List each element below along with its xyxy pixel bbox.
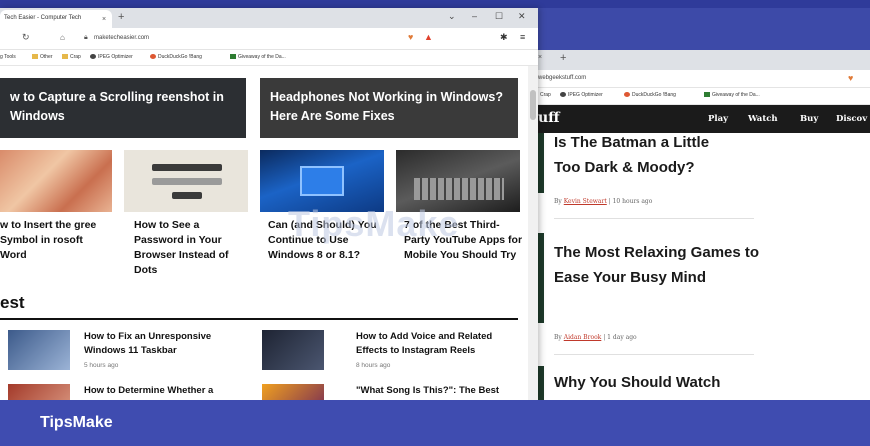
globe-icon [90, 54, 96, 59]
nav-buy[interactable]: Buy [800, 114, 818, 124]
signin-button-graphic [172, 192, 202, 199]
extensions-icon[interactable]: ✱ [500, 32, 508, 43]
author-link[interactable]: Aidan Brook [564, 334, 602, 341]
list-item-title[interactable]: "What Song Is This?": The Best [356, 384, 516, 398]
watermark: TipsMake [288, 203, 460, 244]
scrollbar[interactable] [528, 66, 538, 400]
article-thumbnail[interactable] [124, 150, 248, 212]
bookmarks-bar: Crap IPEG Optimizer DuckDuckGo !Bang Giv… [538, 88, 870, 105]
new-tab-button[interactable]: + [118, 11, 124, 23]
article-thumbnail[interactable] [0, 150, 112, 212]
tab-bar: Tech Easier - Computer Tech × + ⌄ – ☐ ✕ [0, 8, 538, 28]
bookmark-giveaway[interactable]: Giveaway of the Da... [230, 54, 286, 60]
giveaway-icon [230, 54, 236, 59]
desktop-background [538, 8, 870, 50]
article-byline: By Aidan Brook | 1 day ago [554, 334, 637, 341]
tab-close-icon[interactable]: × [538, 54, 542, 61]
tab-close-icon[interactable]: × [102, 16, 106, 23]
section-heading: est [0, 293, 25, 312]
bookmark-item[interactable]: g Tools [0, 54, 16, 60]
reload-icon[interactable]: ↻ [22, 32, 30, 43]
browser-tab[interactable]: Tech Easier - Computer Tech × [0, 10, 112, 28]
url-field[interactable]: maketecheasier.com [94, 35, 149, 41]
brave-shield-icon[interactable]: ♥ [408, 32, 413, 42]
section-divider [0, 318, 518, 320]
article-image-edge [538, 233, 544, 323]
hero-article[interactable]: Headphones Not Working in Windows? Here … [260, 78, 518, 138]
article-title-link[interactable]: w to Insert the gree Symbol in rosoft Wo… [0, 218, 112, 263]
keyboard-graphic [414, 178, 504, 200]
article-divider [554, 218, 754, 219]
list-item-time: 5 hours ago [84, 362, 119, 369]
article-title[interactable]: The Most Relaxing Games to Ease Your Bus… [554, 240, 764, 290]
bottom-banner: TipsMake [0, 400, 870, 446]
globe-icon [560, 92, 566, 97]
list-thumbnail[interactable] [262, 384, 324, 400]
article-title[interactable]: Why You Should Watch [554, 370, 794, 395]
site-navbar: uff Play Watch Buy Discov [538, 105, 870, 133]
site-logo[interactable]: uff [538, 110, 560, 126]
address-bar: ↻ ⌂ 🔒︎ maketecheasier.com ♥ ▲ ✱ ≡ [0, 28, 538, 50]
tab-title: Tech Easier - Computer Tech [4, 15, 82, 21]
hero-title: w to Capture a Scrolling reenshot in Win… [10, 90, 224, 123]
list-thumbnail[interactable] [262, 330, 324, 370]
article-title[interactable]: Is The Batman a Little Too Dark & Moody? [554, 130, 734, 180]
list-thumbnail[interactable] [8, 384, 70, 400]
password-field-graphic [152, 178, 222, 185]
bookmark-folder-other[interactable]: Other [32, 54, 53, 60]
bookmark-duckduckgo[interactable]: DuckDuckGo !Bang [624, 92, 676, 98]
scrollbar-thumb[interactable] [530, 90, 536, 120]
brand-name: TipsMake [40, 414, 113, 431]
list-thumbnail[interactable] [8, 330, 70, 370]
duck-icon [150, 54, 156, 59]
article-image-edge [538, 366, 544, 400]
password-field-graphic [152, 164, 222, 171]
folder-icon [62, 54, 68, 59]
address-bar: webgeekstuff.com ♥ [538, 70, 870, 88]
hero-article[interactable]: w to Capture a Scrolling reenshot in Win… [0, 78, 246, 138]
list-item-title[interactable]: How to Add Voice and Related Effects to … [356, 330, 516, 358]
folder-icon [32, 54, 38, 59]
nav-discover[interactable]: Discov [836, 114, 867, 124]
bookmark-duckduckgo[interactable]: DuckDuckGo !Bang [150, 54, 202, 60]
rewards-icon[interactable]: ▲ [424, 32, 433, 42]
menu-icon[interactable]: ≡ [520, 32, 525, 42]
bookmark-jpeg-optimizer[interactable]: IPEG Optimizer [90, 54, 133, 60]
nav-watch[interactable]: Watch [748, 114, 778, 124]
minimize-button[interactable]: – [472, 11, 477, 21]
right-browser-window: × + webgeekstuff.com ♥ Crap IPEG Optimiz… [538, 8, 870, 400]
nav-play[interactable]: Play [708, 114, 728, 124]
bookmark-folder-crap[interactable]: Crap [62, 54, 81, 60]
list-item-time: 8 hours ago [356, 362, 391, 369]
bookmark-item[interactable]: Crap [540, 92, 551, 98]
duck-icon [624, 92, 630, 97]
bookmarks-bar: g Tools Other Crap IPEG Optimizer DuckDu… [0, 50, 538, 66]
article-divider [554, 354, 754, 355]
article-image-edge [538, 133, 544, 193]
list-item-title[interactable]: How to Determine Whether a [84, 384, 254, 398]
bookmark-jpeg-optimizer[interactable]: IPEG Optimizer [560, 92, 603, 98]
windows-screen-graphic [300, 166, 344, 196]
article-title-link[interactable]: How to See a Password in Your Browser In… [134, 218, 250, 278]
url-field[interactable]: webgeekstuff.com [538, 75, 586, 81]
giveaway-icon [704, 92, 710, 97]
brave-shield-icon[interactable]: ♥ [848, 73, 853, 83]
article-byline: By Kevin Stewart | 10 hours ago [554, 198, 653, 205]
tab-search-icon[interactable]: ⌄ [448, 11, 456, 22]
author-link[interactable]: Kevin Stewart [564, 198, 607, 205]
tab-bar: × + [538, 50, 870, 70]
list-item-title[interactable]: How to Fix an Unresponsive Windows 11 Ta… [84, 330, 254, 358]
home-icon[interactable]: ⌂ [60, 33, 65, 42]
hero-title: Headphones Not Working in Windows? Here … [270, 90, 503, 123]
new-tab-button[interactable]: + [560, 52, 566, 64]
lock-icon: 🔒︎ [84, 34, 88, 41]
close-window-button[interactable]: ✕ [518, 11, 526, 22]
maximize-button[interactable]: ☐ [495, 11, 503, 22]
bookmark-giveaway[interactable]: Giveaway of the Da... [704, 92, 760, 98]
